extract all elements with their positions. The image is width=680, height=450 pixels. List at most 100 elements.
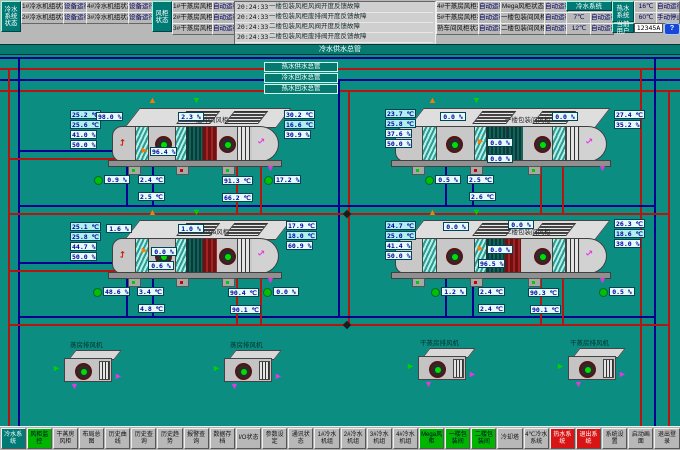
pipe-drop (260, 278, 262, 324)
ahu-workshop-status[interactable]: 自动运行 (478, 23, 502, 35)
value-fan-speed: 0.0 % (487, 138, 513, 147)
nav-ahu-overview[interactable]: 风柜监控 (27, 428, 52, 449)
nav-parameter-set[interactable]: 参数设定 (262, 428, 287, 449)
chiller-3-status[interactable]: 设备运行 (128, 12, 153, 24)
nav-comm-status[interactable]: 通讯状态 (288, 428, 313, 449)
duct-stub (412, 278, 425, 287)
ahu-pack2-status[interactable]: 自动运行 (544, 23, 568, 35)
fan-icon (75, 363, 92, 380)
value-supply-hum: 60.9 % (286, 241, 313, 250)
nav-pack-2f[interactable]: 二楼包装间 (471, 428, 496, 449)
inlet-curved-arrow-icon: ↪ (118, 251, 127, 259)
cold-system-group-label: 冷水系统状态 (1, 1, 21, 32)
nav-data-archive[interactable]: 数据存档 (210, 428, 235, 449)
exhaust-fan-unit: 干蒸房排风机 ► ▼ ► (418, 348, 468, 380)
filter-panel (552, 239, 566, 273)
exit-system-button[interactable]: 退出系统 (576, 428, 601, 449)
value-damper-2: 0.6 % (148, 261, 174, 270)
heating-coil (202, 239, 217, 273)
duct-stub (128, 278, 141, 287)
value-return-temp: 24.7 ℃ (385, 221, 416, 230)
flow-arrow-icon: ► (476, 137, 485, 146)
value-cold-return: 2.4 ℃ (478, 304, 505, 313)
value-cold-supply: 2.4 ℃ (478, 287, 505, 296)
valve-icon[interactable] (263, 288, 272, 297)
pipe-drop (445, 166, 447, 205)
valve-icon[interactable] (264, 176, 273, 185)
indicator (416, 169, 419, 172)
nav-chiller-1[interactable]: 1#冷水机组 (314, 428, 339, 449)
fan-icon (219, 136, 236, 153)
value-supply-hum: 35.2 % (614, 120, 641, 129)
pipe-label-cold-return: 冷水回水总管 (264, 73, 338, 83)
alarm-text: 二楼包装风柜废排阀开度反馈故障 (269, 32, 431, 42)
nav-cold-water-system[interactable]: 冷水系统 (1, 428, 26, 449)
valve-icon[interactable] (431, 288, 440, 297)
nav-cooling-tower[interactable]: 冷却塔 (497, 428, 522, 449)
pipe-run-cold-top (18, 205, 654, 207)
nav-alarm-query[interactable]: 报警查询 (184, 428, 209, 449)
valve-icon[interactable] (425, 176, 434, 185)
ahu-outlet: ↪ (580, 238, 607, 274)
help-button[interactable]: ? (664, 23, 680, 35)
return-air-arrow-icon: ▼ (472, 208, 481, 217)
logout-button[interactable]: 退出登录 (654, 428, 679, 449)
value-damper-2: 0.0 % (487, 154, 513, 163)
pipe-drop (236, 278, 238, 324)
nav-mega-ahu[interactable]: Mega风柜 (419, 428, 444, 449)
nav-drying-room-ahu[interactable]: 干蒸房风柜 (53, 428, 78, 449)
cold-supply-header-band: 冷水供水总管 (0, 44, 680, 55)
nav-4c-cold-water[interactable]: 4℃冷水系统 (524, 428, 549, 449)
inlet-arrow-icon: ► (52, 364, 61, 373)
value-room-temp: 25.8 ℃ (385, 119, 416, 128)
exhaust-arrow-icon: ▼ (598, 164, 607, 173)
outlet-curved-arrow-icon: ↪ (256, 248, 268, 260)
ahu-outlet: ↪ (252, 238, 279, 274)
nav-history-query[interactable]: 历史查询 (131, 428, 156, 449)
pipe-stub (8, 158, 115, 160)
louver-panel (566, 127, 579, 161)
indicator (226, 169, 229, 172)
duct-stub (176, 166, 189, 175)
value-damper: 0.0 % (443, 222, 469, 231)
exhaust-fan-body (224, 358, 272, 382)
nav-history-trend[interactable]: 历史趋势 (157, 428, 182, 449)
nav-hot-water-system[interactable]: 热水系统 (550, 428, 575, 449)
nav-chiller-4[interactable]: 4#冷水机组 (393, 428, 418, 449)
filter-panel (135, 127, 149, 161)
pipe-drop (236, 166, 238, 213)
cold-return-status[interactable]: 自动运行 (590, 23, 614, 35)
valve-icon[interactable] (599, 288, 608, 297)
ahu-outlet: ↪ (252, 126, 279, 162)
valve-icon[interactable] (93, 288, 102, 297)
nav-chiller-3[interactable]: 3#冷水机组 (367, 428, 392, 449)
system-settings-button[interactable]: 系统设置 (602, 428, 627, 449)
nav-layout[interactable]: 布局总图 (79, 428, 104, 449)
supply-air-arrow-icon: ▲ (428, 96, 437, 105)
value-supply-temp: 27.4 ℃ (614, 110, 645, 119)
louver-panel (603, 359, 614, 378)
start-screen-button[interactable]: 启动画面 (628, 428, 653, 449)
nav-chiller-2[interactable]: 2#冷水机组 (341, 428, 366, 449)
nav-pack-1f[interactable]: 一楼包装间 (445, 428, 470, 449)
alarm-row[interactable]: 20:24:33 二楼包装风柜废排阀开度反馈故障 (235, 32, 433, 43)
chiller-2-status[interactable]: 设备运行 (63, 12, 88, 24)
alarm-list: 20:24:33 一楼包装风柜风阀开度反馈故障 20:24:33 一楼包装风柜废… (234, 1, 436, 45)
value-hot-return: 90.1 ℃ (230, 305, 261, 314)
value-fan-speed: 96.4 % (150, 147, 177, 156)
nav-history-curve[interactable]: 历史曲线 (105, 428, 130, 449)
valve-icon[interactable] (94, 176, 103, 185)
value-cold-supply: 3.4 ℃ (137, 287, 164, 296)
heating-coil (202, 127, 217, 161)
exhaust-fan-label: 干蒸房排风机 (420, 337, 459, 347)
duct-stub (470, 166, 483, 175)
ahu-3-status[interactable]: 自动运行 (212, 23, 236, 35)
supply-air-arrow-icon: ▲ (428, 208, 437, 217)
value-cold-return: 2.5 ℃ (138, 192, 165, 201)
value-room-temp: 25.6 ℃ (70, 120, 101, 129)
pipe-riser-right-cold (654, 57, 656, 428)
value-humidity: 44.7 % (70, 242, 97, 251)
value-damper: 2.3 % (178, 112, 204, 121)
exhaust-arrow-icon: ▼ (574, 380, 583, 389)
nav-io-status[interactable]: I/O状态 (236, 428, 261, 449)
